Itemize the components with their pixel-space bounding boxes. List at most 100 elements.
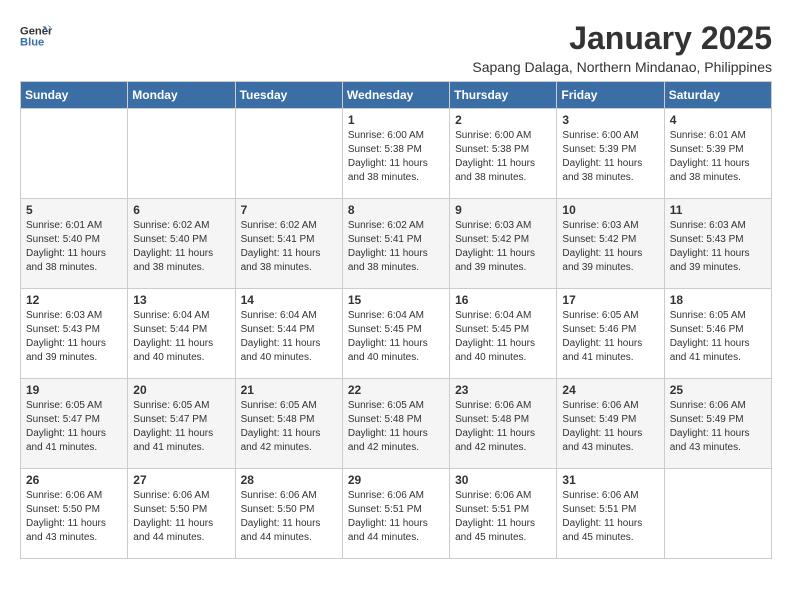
day-cell: 26Sunrise: 6:06 AMSunset: 5:50 PMDayligh…: [21, 469, 128, 559]
header-day-friday: Friday: [557, 82, 664, 109]
day-cell: 2 Sunrise: 6:00 AMSunset: 5:38 PMDaylight…: [450, 109, 557, 199]
day-info: Sunrise: 6:02 AMSunset: 5:40 PMDaylight:…: [133, 219, 229, 275]
day-cell: [128, 109, 235, 199]
day-cell: 22Sunrise: 6:05 AMSunset: 5:48 PMDayligh…: [342, 379, 449, 469]
day-info: Sunrise: 6:05 AMSunset: 5:46 PMDaylight:…: [670, 309, 766, 365]
day-cell: [664, 469, 771, 559]
day-number: 4: [670, 113, 766, 127]
day-info: Sunrise: 6:06 AMSunset: 5:49 PMDaylight:…: [562, 399, 658, 455]
day-number: 15: [348, 293, 444, 307]
day-cell: 10 Sunrise: 6:03 AMSunset: 5:42 PMDayligh…: [557, 199, 664, 289]
day-number: 8: [348, 203, 444, 217]
day-info: Sunrise: 6:00 AMSunset: 5:38 PMDaylight:…: [348, 129, 444, 185]
day-number: 11: [670, 203, 766, 217]
logo: General Blue: [20, 20, 52, 52]
header-row: SundayMondayTuesdayWednesdayThursdayFrid…: [21, 82, 772, 109]
title-area: January 2025 Sapang Dalaga, Northern Min…: [472, 20, 772, 75]
day-number: 1: [348, 113, 444, 127]
day-info: Sunrise: 6:00 AMSunset: 5:38 PMDaylight:…: [455, 129, 551, 185]
day-number: 13: [133, 293, 229, 307]
day-cell: 5 Sunrise: 6:01 AMSunset: 5:40 PMDaylight…: [21, 199, 128, 289]
header-day-sunday: Sunday: [21, 82, 128, 109]
header: General Blue January 2025 Sapang Dalaga,…: [20, 20, 772, 75]
day-number: 5: [26, 203, 122, 217]
day-cell: 8 Sunrise: 6:02 AMSunset: 5:41 PMDaylight…: [342, 199, 449, 289]
day-info: Sunrise: 6:05 AMSunset: 5:48 PMDaylight:…: [241, 399, 337, 455]
day-info: Sunrise: 6:06 AMSunset: 5:51 PMDaylight:…: [455, 489, 551, 545]
location-title: Sapang Dalaga, Northern Mindanao, Philip…: [472, 59, 772, 75]
day-info: Sunrise: 6:06 AMSunset: 5:51 PMDaylight:…: [348, 489, 444, 545]
day-cell: 17 Sunrise: 6:05 AMSunset: 5:46 PMDayligh…: [557, 289, 664, 379]
day-cell: 20 Sunrise: 6:05 AMSunset: 5:47 PMDayligh…: [128, 379, 235, 469]
day-number: 29: [348, 473, 444, 487]
day-info: Sunrise: 6:03 AMSunset: 5:42 PMDaylight:…: [562, 219, 658, 275]
day-cell: 6 Sunrise: 6:02 AMSunset: 5:40 PMDaylight…: [128, 199, 235, 289]
day-number: 2: [455, 113, 551, 127]
day-cell: 7Sunrise: 6:02 AMSunset: 5:41 PMDaylight…: [235, 199, 342, 289]
day-cell: 18 Sunrise: 6:05 AMSunset: 5:46 PMDayligh…: [664, 289, 771, 379]
day-info: Sunrise: 6:04 AMSunset: 5:45 PMDaylight:…: [455, 309, 551, 365]
day-cell: 28 Sunrise: 6:06 AMSunset: 5:50 PMDayligh…: [235, 469, 342, 559]
header-day-monday: Monday: [128, 82, 235, 109]
day-number: 28: [241, 473, 337, 487]
day-cell: 15 Sunrise: 6:04 AMSunset: 5:45 PMDayligh…: [342, 289, 449, 379]
day-info: Sunrise: 6:03 AMSunset: 5:43 PMDaylight:…: [26, 309, 122, 365]
day-info: Sunrise: 6:00 AMSunset: 5:39 PMDaylight:…: [562, 129, 658, 185]
day-cell: 9Sunrise: 6:03 AMSunset: 5:42 PMDaylight…: [450, 199, 557, 289]
day-number: 23: [455, 383, 551, 397]
day-cell: 4 Sunrise: 6:01 AMSunset: 5:39 PMDaylight…: [664, 109, 771, 199]
logo-icon: General Blue: [20, 20, 52, 52]
day-info: Sunrise: 6:04 AMSunset: 5:44 PMDaylight:…: [133, 309, 229, 365]
day-info: Sunrise: 6:05 AMSunset: 5:46 PMDaylight:…: [562, 309, 658, 365]
day-info: Sunrise: 6:05 AMSunset: 5:48 PMDaylight:…: [348, 399, 444, 455]
day-cell: [21, 109, 128, 199]
svg-text:General: General: [20, 25, 52, 37]
month-title: January 2025: [472, 20, 772, 57]
day-info: Sunrise: 6:02 AMSunset: 5:41 PMDaylight:…: [348, 219, 444, 275]
day-cell: 24Sunrise: 6:06 AMSunset: 5:49 PMDayligh…: [557, 379, 664, 469]
day-info: Sunrise: 6:04 AMSunset: 5:45 PMDaylight:…: [348, 309, 444, 365]
header-day-tuesday: Tuesday: [235, 82, 342, 109]
week-row-1: 1 Sunrise: 6:00 AMSunset: 5:38 PMDaylight…: [21, 109, 772, 199]
day-number: 12: [26, 293, 122, 307]
header-day-wednesday: Wednesday: [342, 82, 449, 109]
day-info: Sunrise: 6:06 AMSunset: 5:50 PMDaylight:…: [26, 489, 122, 545]
day-number: 17: [562, 293, 658, 307]
day-number: 6: [133, 203, 229, 217]
week-row-2: 5 Sunrise: 6:01 AMSunset: 5:40 PMDaylight…: [21, 199, 772, 289]
day-info: Sunrise: 6:06 AMSunset: 5:48 PMDaylight:…: [455, 399, 551, 455]
day-info: Sunrise: 6:06 AMSunset: 5:50 PMDaylight:…: [241, 489, 337, 545]
day-info: Sunrise: 6:01 AMSunset: 5:39 PMDaylight:…: [670, 129, 766, 185]
day-number: 19: [26, 383, 122, 397]
day-cell: 13 Sunrise: 6:04 AMSunset: 5:44 PMDayligh…: [128, 289, 235, 379]
day-number: 27: [133, 473, 229, 487]
day-info: Sunrise: 6:06 AMSunset: 5:50 PMDaylight:…: [133, 489, 229, 545]
day-number: 16: [455, 293, 551, 307]
day-cell: 14Sunrise: 6:04 AMSunset: 5:44 PMDayligh…: [235, 289, 342, 379]
day-number: 31: [562, 473, 658, 487]
day-cell: 21 Sunrise: 6:05 AMSunset: 5:48 PMDayligh…: [235, 379, 342, 469]
day-number: 10: [562, 203, 658, 217]
week-row-5: 26Sunrise: 6:06 AMSunset: 5:50 PMDayligh…: [21, 469, 772, 559]
day-cell: 19Sunrise: 6:05 AMSunset: 5:47 PMDayligh…: [21, 379, 128, 469]
day-cell: 1 Sunrise: 6:00 AMSunset: 5:38 PMDaylight…: [342, 109, 449, 199]
day-cell: 25 Sunrise: 6:06 AMSunset: 5:49 PMDayligh…: [664, 379, 771, 469]
svg-text:Blue: Blue: [20, 37, 44, 49]
day-cell: 16 Sunrise: 6:04 AMSunset: 5:45 PMDayligh…: [450, 289, 557, 379]
day-info: Sunrise: 6:01 AMSunset: 5:40 PMDaylight:…: [26, 219, 122, 275]
day-number: 3: [562, 113, 658, 127]
day-number: 18: [670, 293, 766, 307]
day-info: Sunrise: 6:05 AMSunset: 5:47 PMDaylight:…: [133, 399, 229, 455]
day-cell: 27 Sunrise: 6:06 AMSunset: 5:50 PMDayligh…: [128, 469, 235, 559]
day-info: Sunrise: 6:06 AMSunset: 5:49 PMDaylight:…: [670, 399, 766, 455]
day-cell: 3 Sunrise: 6:00 AMSunset: 5:39 PMDaylight…: [557, 109, 664, 199]
day-cell: 23 Sunrise: 6:06 AMSunset: 5:48 PMDayligh…: [450, 379, 557, 469]
day-number: 25: [670, 383, 766, 397]
day-info: Sunrise: 6:06 AMSunset: 5:51 PMDaylight:…: [562, 489, 658, 545]
day-number: 7: [241, 203, 337, 217]
day-number: 21: [241, 383, 337, 397]
day-cell: 30 Sunrise: 6:06 AMSunset: 5:51 PMDayligh…: [450, 469, 557, 559]
day-info: Sunrise: 6:03 AMSunset: 5:42 PMDaylight:…: [455, 219, 551, 275]
day-number: 20: [133, 383, 229, 397]
day-number: 30: [455, 473, 551, 487]
